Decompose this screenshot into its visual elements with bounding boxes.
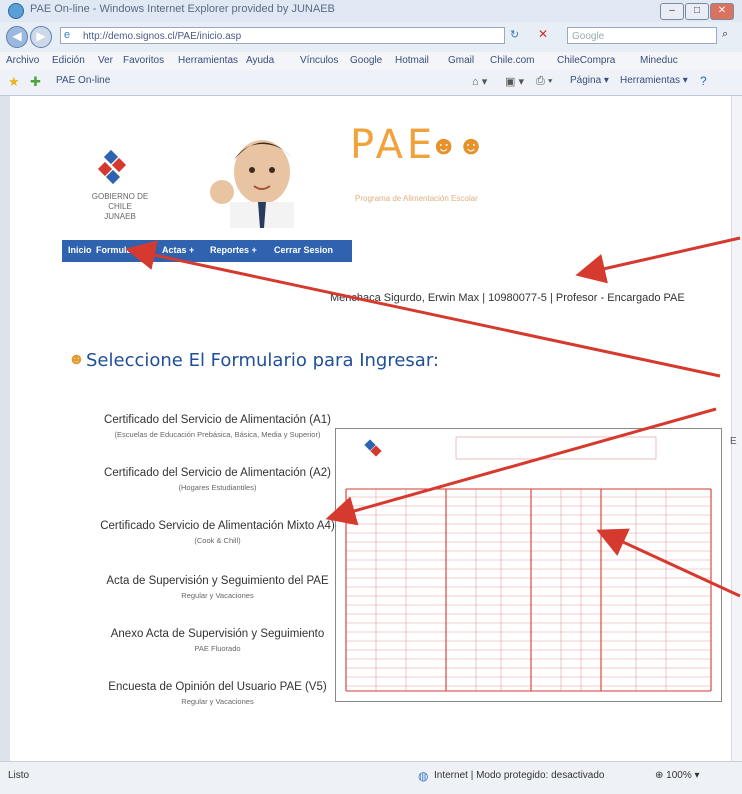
zoom-level[interactable]: ⊕ 100% ▾ <box>655 770 700 781</box>
form-title[interactable]: Acta de Supervisión y Seguimiento del PA… <box>95 575 340 587</box>
form-subtitle: (Cook & Chill) <box>194 536 241 545</box>
forward-button[interactable]: ▶ <box>30 26 52 48</box>
user-role: Profesor - Encargado PAE <box>555 292 685 304</box>
form-link-a1[interactable]: Certificado del Servicio de Alimentación… <box>95 414 340 439</box>
nav-formularios[interactable]: Formularios + <box>96 245 156 255</box>
link-mineduc[interactable]: Mineduc <box>640 55 678 66</box>
menu-ayuda[interactable]: Ayuda <box>246 55 274 66</box>
main-nav: Inicio Formularios + Actas + Reportes + … <box>62 240 352 262</box>
pae-brand: PAE <box>350 122 437 168</box>
form-title[interactable]: Certificado del Servicio de Alimentación… <box>95 414 340 426</box>
form-preview-image <box>335 428 722 702</box>
form-title[interactable]: Anexo Acta de Supervisión y Seguimiento <box>95 628 340 640</box>
link-gmail[interactable]: Gmail <box>448 55 474 66</box>
links-label: Vínculos <box>300 55 339 66</box>
form-title[interactable]: Certificado Servicio de Alimentación Mix… <box>95 520 340 532</box>
tab-pae-online[interactable]: PAE On-line <box>56 75 110 86</box>
nav-reportes[interactable]: Reportes + <box>210 245 257 255</box>
pae-children-icon: ☻☻ <box>430 130 485 160</box>
user-info: Menchaca Sigurdo, Erwin Max | 10980077-5… <box>330 292 685 304</box>
refresh-icon[interactable]: ↻ <box>510 28 519 41</box>
link-chile-com[interactable]: Chile.com <box>490 55 534 66</box>
window-title: PAE On-line - Windows Internet Explorer … <box>30 3 335 15</box>
government-logo-icon <box>97 149 127 185</box>
header-child-photo <box>210 140 294 228</box>
zoom-icon: ⊕ <box>655 770 664 781</box>
form-link-encuesta[interactable]: Encuesta de Opinión del Usuario PAE (V5)… <box>95 681 340 706</box>
nav-inicio[interactable]: Inicio <box>68 245 92 255</box>
pae-brand-subtitle: Programa de Alimentación Escolar <box>355 194 478 203</box>
maximize-button[interactable]: □ <box>685 3 709 20</box>
address-toolbar: ◀ ▶ http://demo.signos.cl/PAE/inicio.asp… <box>0 22 742 52</box>
government-logo-text: GOBIERNO DE CHILE JUNAEB <box>80 192 160 222</box>
search-input[interactable]: Google <box>567 27 717 44</box>
form-link-a4[interactable]: Certificado Servicio de Alimentación Mix… <box>95 520 340 545</box>
status-bar: Listo ◍ Internet | Modo protegido: desac… <box>0 761 742 794</box>
section-title: Seleccione El Formulario para Ingresar: <box>86 350 439 371</box>
url-input[interactable]: http://demo.signos.cl/PAE/inicio.asp <box>60 27 505 44</box>
nav-cerrar-sesion[interactable]: Cerrar Sesion <box>274 245 333 255</box>
favorites-bar: ★ ✚ PAE On-line ⌂ ▾ ▣ ▾ ⎙ ▾ Página ▾ Her… <box>0 70 742 96</box>
search-icon[interactable]: ⌕ <box>722 28 728 41</box>
form-link-anexo[interactable]: Anexo Acta de Supervisión y Seguimiento … <box>95 628 340 653</box>
gov-line-1: GOBIERNO DE CHILE <box>91 192 149 211</box>
favorites-star-icon[interactable]: ★ <box>8 74 20 90</box>
gov-line-2: JUNAEB <box>104 212 136 221</box>
menu-favoritos[interactable]: Favoritos <box>123 55 164 66</box>
home-icon[interactable]: ⌂ ▾ <box>472 75 487 88</box>
menu-bar: Archivo Edición Ver Favoritos Herramient… <box>0 52 742 70</box>
section-title-icon: ☻ <box>68 351 85 368</box>
help-icon[interactable]: ? <box>700 74 707 88</box>
form-title[interactable]: Encuesta de Opinión del Usuario PAE (V5) <box>95 681 340 693</box>
form-subtitle: Regular y Vacaciones <box>181 697 254 706</box>
form-subtitle: (Hogares Estudiantiles) <box>178 483 257 492</box>
cropped-text: E <box>730 436 737 447</box>
internet-zone-icon: ◍ <box>418 769 429 783</box>
link-chilecompra[interactable]: ChileCompra <box>557 55 615 66</box>
tools-menu[interactable]: Herramientas ▾ <box>620 75 688 86</box>
window-title-bar: PAE On-line - Windows Internet Explorer … <box>0 0 742 23</box>
menu-ver[interactable]: Ver <box>98 55 113 66</box>
minimize-button[interactable]: – <box>660 3 684 20</box>
menu-archivo[interactable]: Archivo <box>6 55 39 66</box>
stop-icon[interactable]: ✕ <box>538 27 548 41</box>
form-link-acta[interactable]: Acta de Supervisión y Seguimiento del PA… <box>95 575 340 600</box>
add-favorite-icon[interactable]: ✚ <box>30 74 41 90</box>
ie-logo-icon <box>8 3 24 19</box>
menu-herramientas[interactable]: Herramientas <box>178 55 238 66</box>
user-name: Menchaca Sigurdo, Erwin Max <box>330 292 480 304</box>
form-subtitle: PAE Fluorado <box>194 644 241 653</box>
zoom-value: 100% <box>666 770 692 781</box>
status-text: Listo <box>8 770 30 781</box>
page-menu[interactable]: Página ▾ <box>570 75 609 86</box>
menu-edicion[interactable]: Edición <box>52 55 85 66</box>
feeds-icon[interactable]: ▣ ▾ <box>505 75 524 88</box>
form-title[interactable]: Certificado del Servicio de Alimentación… <box>95 467 340 479</box>
security-zone[interactable]: Internet | Modo protegido: desactivado <box>434 770 604 781</box>
form-link-a2[interactable]: Certificado del Servicio de Alimentación… <box>95 467 340 492</box>
link-google[interactable]: Google <box>350 55 382 66</box>
nav-actas[interactable]: Actas + <box>162 245 194 255</box>
link-hotmail[interactable]: Hotmail <box>395 55 429 66</box>
page-icon: e <box>64 29 71 41</box>
form-subtitle: (Escuelas de Educación Prebásica, Básica… <box>114 430 321 439</box>
close-button[interactable]: ✕ <box>710 3 734 20</box>
print-icon[interactable]: ⎙ ▾ <box>536 75 552 88</box>
back-button[interactable]: ◀ <box>6 26 28 48</box>
vertical-scrollbar[interactable] <box>731 96 742 761</box>
form-subtitle: Regular y Vacaciones <box>181 591 254 600</box>
user-rut: 10980077-5 <box>488 292 547 304</box>
